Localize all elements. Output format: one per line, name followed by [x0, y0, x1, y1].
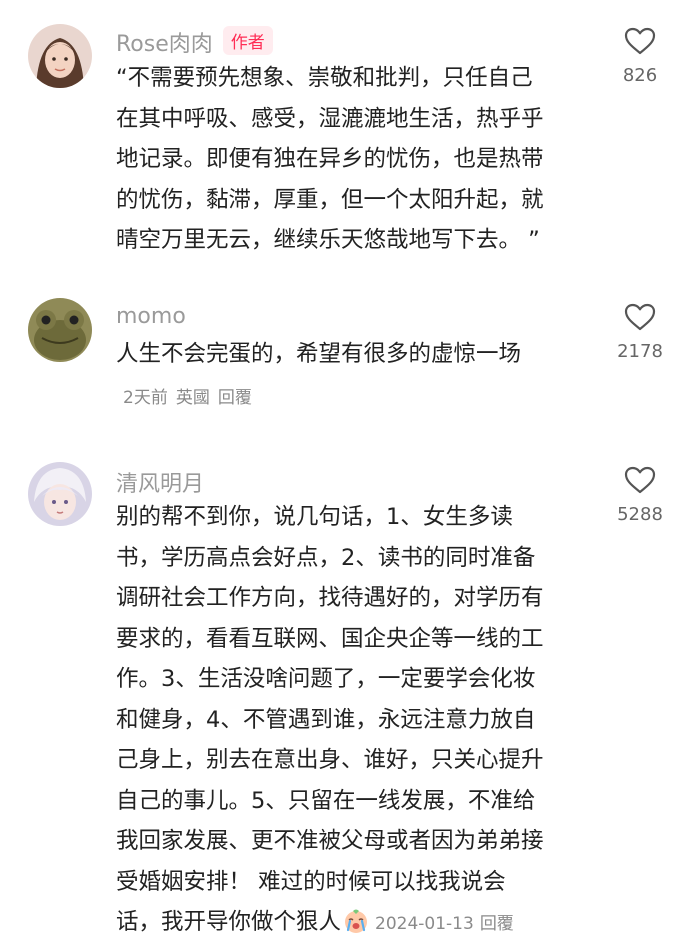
comment-line: 调研社会工作方向，找待遇好的，对学历有 — [116, 585, 544, 611]
comment-line: 晴空万里无云，继续乐天悠哉地写下去。 ” — [116, 227, 540, 253]
comment-text: 别的帮不到你，说几句话，1、女生多读 书，学历高点会好点，2、读书的同时准备 调… — [116, 497, 544, 945]
comment-text: “不需要预先想象、崇敬和批判，只任自己 在其中呼吸、感受，湿漉漉地生活，热乎乎 … — [116, 58, 544, 261]
comment-line: 我回家发展、更不准被父母或者因为弟弟接 — [116, 828, 544, 854]
avatar-frog-image — [28, 298, 92, 362]
comment-time: 2天前 — [123, 388, 168, 408]
heart-icon[interactable] — [624, 466, 656, 494]
comment-line: 地记录。即便有独在异乡的忧伤，也是热带 — [116, 146, 544, 172]
comment-line: 人生不会完蛋的，希望有很多的虚惊一场 — [116, 341, 522, 367]
heart-icon[interactable] — [624, 303, 656, 331]
author-badge: 作者 — [222, 26, 273, 55]
username-text[interactable]: 清风明月 — [116, 472, 204, 497]
comment-meta: 2天前 英國 回覆 — [123, 383, 260, 408]
like-count: 2178 — [617, 341, 663, 362]
like-count: 826 — [622, 65, 658, 86]
reply-button[interactable]: 回覆 — [480, 914, 514, 934]
avatar[interactable] — [28, 298, 92, 362]
avatar[interactable] — [28, 462, 92, 526]
comment-line: 受婚姻安排！ 难过的时候可以找我说会 — [116, 868, 506, 895]
avatar[interactable] — [28, 24, 92, 88]
like-button[interactable]: 5288 — [610, 466, 670, 525]
avatar-rose-image — [28, 24, 92, 88]
comment-last-line: 话，我开导你做个狠人 2024-01-13 回覆 — [116, 902, 544, 945]
comment-line: 要求的，看看互联网、国企央企等一线的工 — [116, 625, 544, 652]
comment-meta: 2024-01-13 回覆 — [375, 914, 520, 934]
comment-line: 作。3、生活没啥问题了，一定要学会化妆 — [116, 666, 536, 692]
username[interactable]: Rose肉肉 作者 — [116, 26, 273, 58]
username-text[interactable]: Rose肉肉 — [116, 32, 213, 57]
comment-time: 2024-01-13 — [375, 914, 474, 934]
comment-line: 在其中呼吸、感受，湿漉漉地生活，热乎乎 — [116, 105, 544, 132]
crying-face-icon — [345, 909, 368, 933]
avatar-anime-image — [28, 462, 92, 526]
comment-line: 书，学历高点会好点，2、读书的同时准备 — [116, 544, 536, 571]
like-count: 5288 — [617, 504, 663, 525]
comment-line: 的忧伤，黏滞，厚重，但一个太阳升起，就 — [116, 186, 544, 213]
comment-line: 自己的事儿。5、只留在一线发展，不准给 — [116, 787, 536, 814]
comment-line: “不需要预先想象、崇敬和批判，只任自己 — [116, 65, 533, 91]
username[interactable]: 清风明月 — [116, 466, 204, 498]
like-button[interactable]: 2178 — [610, 303, 670, 362]
comment-line: 和健身，4、不管遇到谁，永远注意力放自 — [116, 706, 536, 733]
username-text[interactable]: momo — [116, 304, 186, 329]
like-button[interactable]: 826 — [610, 27, 670, 86]
comment-location: 英國 — [175, 388, 210, 408]
username[interactable]: momo — [116, 304, 186, 329]
heart-icon[interactable] — [624, 27, 656, 55]
comment-line: 别的帮不到你，说几句话，1、女生多读 — [116, 504, 513, 530]
comment-line: 话，我开导你做个狠人 — [116, 909, 342, 935]
comment-text: 人生不会完蛋的，希望有很多的虚惊一场 — [116, 334, 521, 375]
comment-line: 己身上，别去在意出身、谁好，只关心提升 — [116, 747, 544, 773]
reply-button[interactable]: 回覆 — [218, 388, 252, 408]
